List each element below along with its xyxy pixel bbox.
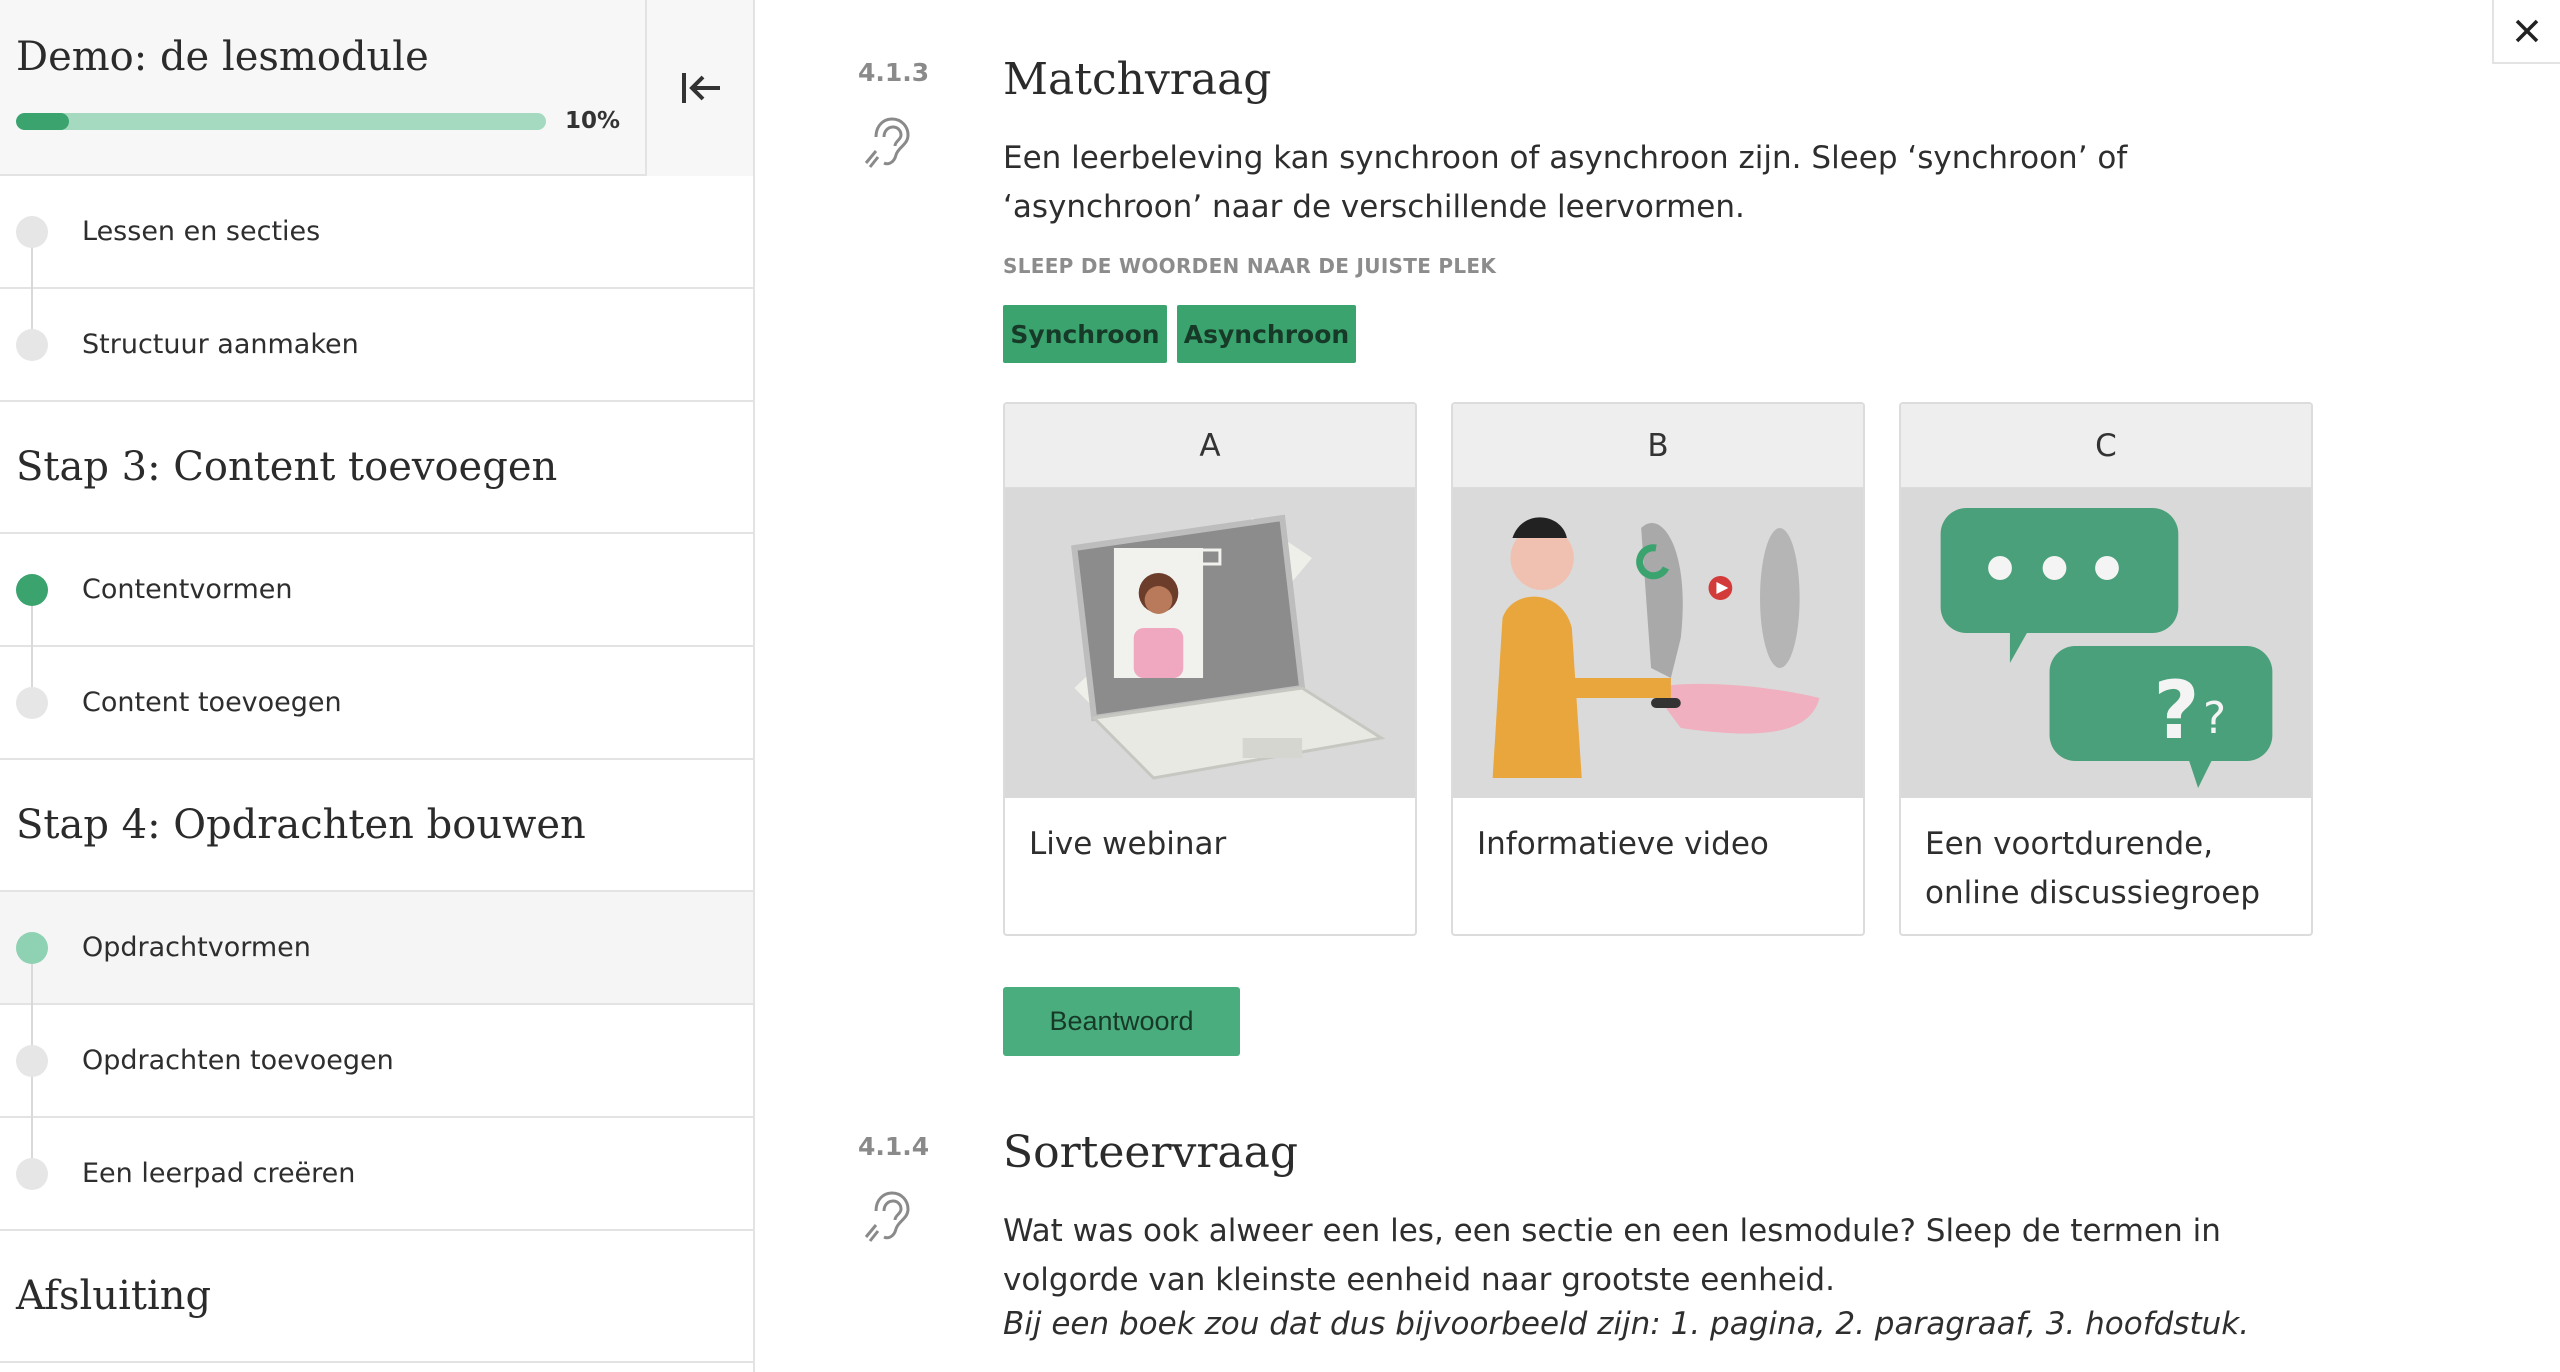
question-title: Sorteervraag	[1003, 1127, 1298, 1178]
card-letter: B	[1453, 404, 1863, 488]
question-text: Wat was ook alweer een les, een sectie e…	[1003, 1213, 2221, 1298]
close-button[interactable]	[2492, 0, 2560, 64]
collapse-left-icon	[682, 73, 720, 103]
laptop-video-call-illustration	[1005, 488, 1415, 798]
status-dot	[16, 1157, 48, 1190]
sidebar-item-content-toevoegen[interactable]: Content toevoegen	[0, 647, 753, 760]
section-header-afsluiting: Afsluiting	[0, 1231, 753, 1363]
sidebar-item-label: Opdrachten toevoegen	[82, 1045, 394, 1076]
question-example: Bij een boek zou dat dus bijvoorbeeld zi…	[1003, 1306, 2250, 1342]
course-progress-percent: 10%	[565, 108, 621, 134]
sidebar-item-label: Contentvormen	[82, 574, 293, 605]
status-dot	[16, 1044, 48, 1077]
status-dot	[16, 328, 48, 361]
section-label: Stap 3: Content toevoegen	[16, 444, 558, 490]
card-label: Informatieve video	[1477, 826, 1769, 862]
ear-icon[interactable]	[862, 113, 912, 169]
drag-tag-asynchroon[interactable]: Asynchroon	[1177, 305, 1356, 363]
card-letter: C	[1901, 404, 2311, 488]
card-label: Live webinar	[1029, 826, 1227, 862]
collapse-sidebar-button[interactable]	[645, 0, 753, 176]
question-text: Een leerbeleving kan synchroon of asynch…	[1003, 140, 2128, 225]
sidebar-item-label: Structuur aanmaken	[82, 329, 359, 360]
sidebar-item-label: Opdrachtvormen	[82, 932, 311, 963]
svg-text:?: ?	[2154, 664, 2200, 757]
card-letter: A	[1005, 404, 1415, 488]
lesson-nav: Lessen en secties Structuur aanmaken Sta…	[0, 176, 753, 1363]
status-dot	[16, 686, 48, 719]
section-header-stap-4: Stap 4: Opdrachten bouwen	[0, 760, 753, 892]
sidebar-item-contentvormen[interactable]: Contentvormen	[0, 534, 753, 648]
match-card-c[interactable]: C ? ? Een voortdurende, online discussie…	[1899, 402, 2313, 936]
question-title: Matchvraag	[1003, 54, 1272, 105]
section-header-stap-3: Stap 3: Content toevoegen	[0, 402, 753, 534]
ear-icon[interactable]	[862, 1187, 912, 1243]
section-label: Stap 4: Opdrachten bouwen	[16, 802, 586, 848]
course-title: Demo: de lesmodule	[16, 34, 429, 80]
match-card-a[interactable]: A Live webinar	[1003, 402, 1417, 936]
status-dot-done	[16, 573, 48, 606]
section-label: Afsluiting	[16, 1273, 212, 1319]
question-hint: SLEEP DE WOORDEN NAAR DE JUISTE PLEK	[1003, 254, 1497, 278]
drag-tag-synchroon[interactable]: Synchroon	[1003, 305, 1167, 363]
man-at-computer-video-illustration	[1453, 488, 1863, 798]
sidebar-item-een-leerpad-creeren[interactable]: Een leerpad creëren	[0, 1118, 753, 1231]
course-sidebar: Demo: de lesmodule 10% Lessen en secties…	[0, 0, 755, 1372]
sidebar-item-label: Lessen en secties	[82, 216, 321, 247]
card-label: Een voortdurende, online discussiegroep	[1925, 826, 2260, 911]
match-card-b[interactable]: B Informatieve video	[1451, 402, 1865, 936]
question-number: 4.1.4	[858, 1132, 930, 1161]
course-progress-bar	[16, 113, 546, 130]
answer-button[interactable]: Beantwoord	[1003, 987, 1240, 1056]
sidebar-item-opdrachtvormen[interactable]: Opdrachtvormen	[0, 892, 753, 1006]
course-progress-fill	[16, 113, 69, 130]
status-dot-current	[16, 931, 48, 964]
chat-bubbles-illustration: ? ?	[1901, 488, 2311, 798]
sidebar-header: Demo: de lesmodule 10%	[0, 0, 753, 176]
sidebar-item-label: Content toevoegen	[82, 687, 342, 718]
sidebar-item-lessen-en-secties[interactable]: Lessen en secties	[0, 176, 753, 290]
question-number: 4.1.3	[858, 58, 930, 87]
sidebar-item-label: Een leerpad creëren	[82, 1158, 356, 1189]
close-icon	[2515, 19, 2539, 43]
sidebar-item-opdrachten-toevoegen[interactable]: Opdrachten toevoegen	[0, 1005, 753, 1118]
svg-text:?: ?	[2203, 693, 2226, 744]
sidebar-item-structuur-aanmaken[interactable]: Structuur aanmaken	[0, 289, 753, 402]
status-dot	[16, 215, 48, 248]
